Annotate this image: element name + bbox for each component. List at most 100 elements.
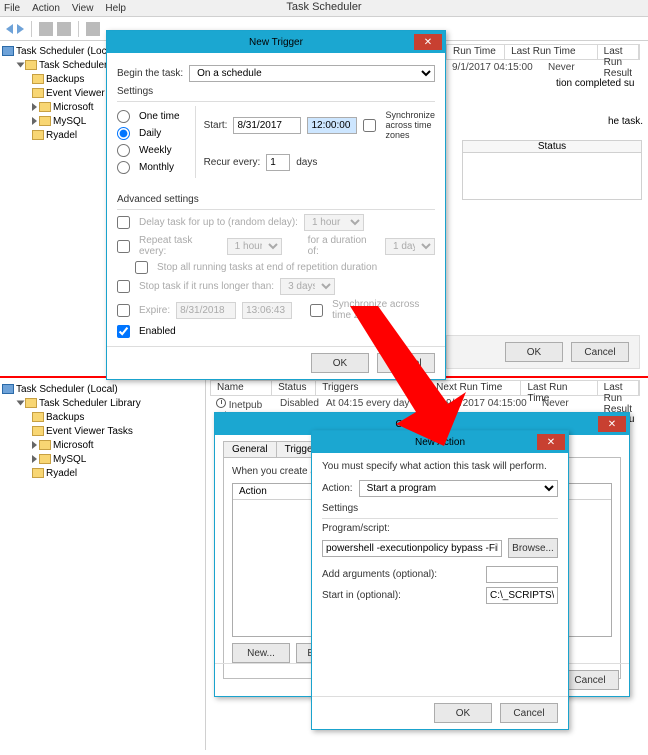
- cancel-button[interactable]: Cancel: [500, 703, 558, 723]
- expand-icon[interactable]: [32, 455, 37, 463]
- new-trigger-dialog: New Trigger ✕ Begin the task: On a sched…: [106, 30, 446, 380]
- tree-item[interactable]: Microsoft: [53, 440, 94, 451]
- close-icon[interactable]: ✕: [537, 434, 565, 450]
- cancel-button[interactable]: Cancel: [571, 342, 629, 362]
- cell-next: 9/1/2017 04:15:00: [446, 62, 542, 76]
- task-row[interactable]: 9/1/2017 04:15:00 Never: [446, 62, 581, 76]
- program-input[interactable]: [322, 540, 502, 557]
- tree-item[interactable]: Backups: [46, 412, 84, 423]
- col-name[interactable]: Name: [211, 381, 272, 395]
- col-result[interactable]: Last Run Result: [598, 381, 639, 395]
- startin-input[interactable]: [486, 587, 558, 604]
- repeat-select[interactable]: 1 hour: [227, 238, 282, 255]
- browse-button[interactable]: Browse...: [508, 538, 558, 558]
- cancel-button[interactable]: Cancel: [561, 670, 619, 690]
- expire-date-input[interactable]: [176, 302, 236, 319]
- start-time-input[interactable]: [307, 117, 357, 134]
- col-status[interactable]: Status: [272, 381, 316, 395]
- menubar: File Action View Help: [0, 0, 648, 17]
- start-date-input[interactable]: [233, 117, 301, 134]
- tree-root[interactable]: Task Scheduler (Local): [16, 46, 118, 57]
- toolbar-icon[interactable]: [86, 22, 100, 36]
- col-last[interactable]: Last Run Time: [505, 45, 598, 59]
- expand-icon[interactable]: [17, 401, 25, 406]
- dialog-titlebar[interactable]: New Trigger ✕: [107, 31, 445, 53]
- tab-general[interactable]: General: [223, 441, 277, 457]
- action-select[interactable]: Start a program: [359, 480, 558, 497]
- status-box: Status: [462, 140, 642, 200]
- expire-time-input[interactable]: [242, 302, 292, 319]
- tree-library[interactable]: Task Scheduler Library: [39, 398, 141, 409]
- daily-radio[interactable]: [117, 127, 130, 140]
- toolbar-icon[interactable]: [39, 22, 53, 36]
- args-input[interactable]: [486, 566, 558, 583]
- startin-label: Start in (optional):: [322, 590, 401, 601]
- duration-label: for a duration of:: [308, 235, 379, 257]
- menu-action[interactable]: Action: [32, 3, 60, 14]
- tree-item[interactable]: Event Viewer Tasks: [46, 426, 133, 437]
- close-icon[interactable]: ✕: [414, 34, 442, 50]
- tree-item[interactable]: Ryadel: [46, 468, 77, 479]
- onetime-radio[interactable]: [117, 110, 130, 123]
- col-result[interactable]: Last Run Result: [598, 45, 639, 59]
- expand-icon[interactable]: [32, 441, 37, 449]
- menu-help[interactable]: Help: [105, 3, 126, 14]
- tree-item[interactable]: MySQL: [53, 116, 86, 127]
- ok-button[interactable]: OK: [505, 342, 563, 362]
- expand-icon[interactable]: [32, 103, 37, 111]
- task-row[interactable]: Inetpub Mir... Disabled At 04:15 every d…: [210, 398, 575, 412]
- sync-tz-checkbox[interactable]: [363, 119, 376, 132]
- duration-select[interactable]: 1 day: [385, 238, 435, 255]
- folder-icon: [32, 468, 44, 478]
- splitter[interactable]: [205, 380, 206, 750]
- nav-forward-icon[interactable]: [17, 24, 24, 34]
- ok-button[interactable]: OK: [434, 703, 492, 723]
- dialog-titlebar[interactable]: New Action ✕: [312, 431, 568, 453]
- weekly-radio[interactable]: [117, 144, 130, 157]
- delay-select[interactable]: 1 hour: [304, 214, 364, 231]
- close-icon[interactable]: ✕: [598, 416, 626, 432]
- begin-task-select[interactable]: On a schedule: [189, 65, 435, 82]
- enabled-checkbox[interactable]: [117, 325, 130, 338]
- tree-root[interactable]: Task Scheduler (Local): [16, 384, 118, 395]
- col-next[interactable]: Next Run Time: [430, 381, 521, 395]
- start-label: Start:: [204, 120, 228, 131]
- stoplonger-checkbox[interactable]: [117, 280, 130, 293]
- monthly-radio[interactable]: [117, 161, 130, 174]
- expire-checkbox[interactable]: [117, 304, 130, 317]
- settings-group-label: Settings: [322, 503, 558, 514]
- col-triggers[interactable]: Triggers: [316, 381, 430, 395]
- menu-view[interactable]: View: [72, 3, 94, 14]
- nav-back-icon[interactable]: [6, 24, 13, 34]
- tree-item[interactable]: Ryadel: [46, 130, 77, 141]
- stopall-checkbox[interactable]: [135, 261, 148, 274]
- dialog-title: New Trigger: [107, 37, 445, 48]
- expand-icon[interactable]: [17, 63, 25, 68]
- menu-file[interactable]: File: [4, 3, 20, 14]
- col-runtime[interactable]: Run Time: [447, 45, 505, 59]
- folder-icon: [39, 102, 51, 112]
- stopall-label: Stop all running tasks at end of repetit…: [157, 262, 377, 273]
- stoplonger-select[interactable]: 3 days: [280, 278, 335, 295]
- expire-sync-checkbox[interactable]: [310, 304, 323, 317]
- tree-item[interactable]: Backups: [46, 74, 84, 85]
- folder-icon: [39, 116, 51, 126]
- expire-label: Expire:: [139, 305, 170, 316]
- new-action-button[interactable]: New...: [232, 643, 290, 663]
- toolbar-icon[interactable]: [57, 22, 71, 36]
- recur-input[interactable]: [266, 154, 290, 171]
- expand-icon[interactable]: [32, 117, 37, 125]
- cell-triggers: At 04:15 every day: [320, 398, 440, 412]
- delay-checkbox[interactable]: [117, 216, 130, 229]
- folder-icon: [39, 454, 51, 464]
- delay-label: Delay task for up to (random delay):: [139, 217, 298, 228]
- scheduler-icon: [2, 46, 14, 56]
- ok-button[interactable]: OK: [311, 353, 369, 373]
- repeat-checkbox[interactable]: [117, 240, 130, 253]
- folder-icon: [25, 398, 37, 408]
- tree-item[interactable]: Microsoft: [53, 102, 94, 113]
- dialog-buttons: OK Cancel: [107, 346, 445, 379]
- tree-item[interactable]: MySQL: [53, 454, 86, 465]
- cancel-button[interactable]: Cancel: [377, 353, 435, 373]
- col-last[interactable]: Last Run Time: [521, 381, 597, 395]
